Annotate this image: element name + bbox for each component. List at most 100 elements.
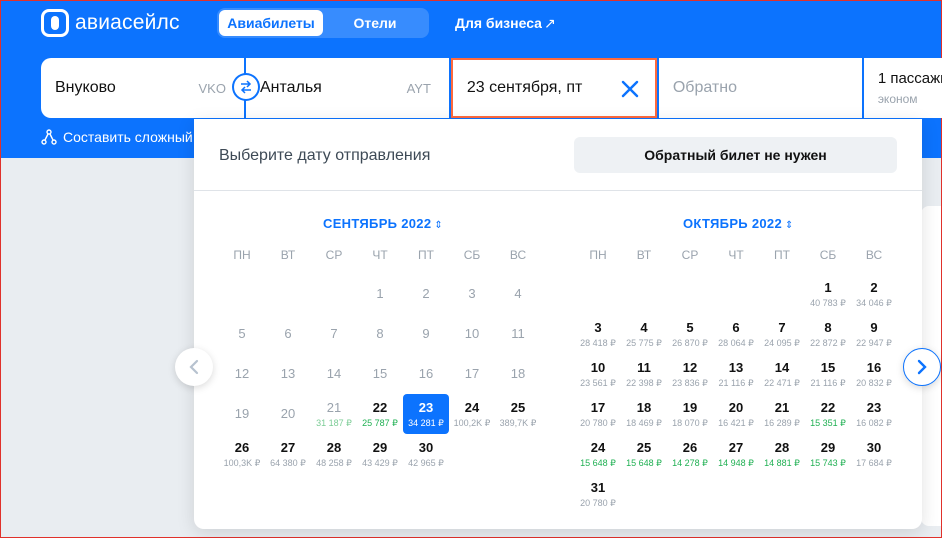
month-title[interactable]: СЕНТЯБРЬ 2022 ⇕: [323, 216, 443, 231]
calendar-day[interactable]: 11 22 398 ₽: [621, 354, 667, 394]
calendar-day[interactable]: 29 15 743 ₽: [805, 434, 851, 474]
travel-class: эконом: [877, 92, 918, 106]
day-number: 2: [422, 286, 430, 301]
calendar-day[interactable]: 14 22 471 ₽: [759, 354, 805, 394]
calendar-day[interactable]: 26 14 278 ₽: [667, 434, 713, 474]
calendar-day[interactable]: 24 15 648 ₽: [575, 434, 621, 474]
calendar-day[interactable]: 16 20 832 ₽: [851, 354, 897, 394]
day-price: 100,2K ₽: [453, 418, 491, 428]
day-number: 30: [866, 440, 882, 455]
day-number: 21: [326, 400, 342, 415]
calendar-day[interactable]: 3 28 418 ₽: [575, 314, 621, 354]
destination-city: Анталья: [259, 79, 322, 96]
day-number: 3: [468, 286, 476, 301]
calendar-day[interactable]: 18 18 469 ₽: [621, 394, 667, 434]
day-price: 20 780 ₽: [580, 418, 616, 428]
calendar-day[interactable]: 27 14 948 ₽: [713, 434, 759, 474]
day-price: 20 780 ₽: [580, 498, 616, 508]
calendar-day[interactable]: 6 28 064 ₽: [713, 314, 759, 354]
day-number: 13: [728, 360, 744, 375]
day-number: 6: [732, 320, 740, 335]
next-month-button[interactable]: [903, 348, 941, 386]
calendar-day[interactable]: 29 43 429 ₽: [357, 434, 403, 474]
logo[interactable]: авиасейлс: [41, 9, 180, 37]
calendar-day[interactable]: 25 15 648 ₽: [621, 434, 667, 474]
day-number: 27: [280, 440, 296, 455]
calendar-day[interactable]: 2 34 046 ₽: [851, 274, 897, 314]
calendar-day[interactable]: 13 21 116 ₽: [713, 354, 759, 394]
calendar-day: 3: [449, 274, 495, 314]
calendar-day[interactable]: 1 40 783 ₽: [805, 274, 851, 314]
return-date-field[interactable]: Обратно: [658, 58, 862, 118]
calendar-day[interactable]: 7 24 095 ₽: [759, 314, 805, 354]
business-link[interactable]: Для бизнеса ↗: [455, 15, 556, 32]
day-number: 4: [640, 320, 648, 335]
tab-flights[interactable]: Авиабилеты: [219, 10, 323, 36]
calendar-day[interactable]: 24 100,2K ₽: [449, 394, 495, 434]
weekday-label: ЧТ: [372, 248, 388, 262]
calendar-day[interactable]: 17 20 780 ₽: [575, 394, 621, 434]
day-number: 8: [824, 320, 832, 335]
calendar-day[interactable]: 4 25 775 ₽: [621, 314, 667, 354]
calendar-day[interactable]: 23 16 082 ₽: [851, 394, 897, 434]
calendar-day[interactable]: 12 23 836 ₽: [667, 354, 713, 394]
depart-date-field[interactable]: 23 сентября, пт: [450, 58, 657, 118]
day-number: 5: [686, 320, 694, 335]
day-number: 9: [870, 320, 878, 335]
calendar-day[interactable]: 21 31 187 ₽: [311, 394, 357, 434]
calendar-day[interactable]: 20 16 421 ₽: [713, 394, 759, 434]
day-price: 18 469 ₽: [626, 418, 662, 428]
calendar-day[interactable]: 30 17 684 ₽: [851, 434, 897, 474]
calendar-day: 20: [265, 394, 311, 434]
sort-icon: ⇕: [784, 220, 794, 231]
calendar-day-selected[interactable]: 23 34 281 ₽: [403, 394, 449, 434]
day-price: 22 947 ₽: [856, 338, 892, 348]
day-number: 24: [464, 400, 480, 415]
calendar-day[interactable]: 21 16 289 ₽: [759, 394, 805, 434]
day-price: 16 082 ₽: [856, 418, 892, 428]
chevron-right-icon: [917, 359, 927, 375]
day-price: 43 429 ₽: [362, 458, 398, 468]
passengers-field[interactable]: 1 пассажир эконом: [863, 58, 942, 118]
depart-date-value: 23 сентября, пт: [466, 79, 583, 96]
day-price: 18 070 ₽: [672, 418, 708, 428]
calendar-day[interactable]: 10 23 561 ₽: [575, 354, 621, 394]
calendar-day: 15: [357, 354, 403, 394]
weekday-label: СР: [681, 248, 699, 262]
no-return-button[interactable]: Обратный билет не нужен: [574, 137, 897, 173]
calendar-day[interactable]: 15 21 116 ₽: [805, 354, 851, 394]
calendar-day[interactable]: 8 22 872 ₽: [805, 314, 851, 354]
tab-hotels[interactable]: Отели: [323, 10, 427, 36]
day-price: 23 561 ₽: [580, 378, 616, 388]
day-number: 22: [372, 400, 388, 415]
calendar-day[interactable]: 19 18 070 ₽: [667, 394, 713, 434]
previous-month-button[interactable]: [175, 348, 213, 386]
close-icon[interactable]: [619, 78, 641, 100]
day-number: 10: [464, 326, 480, 341]
calendar-day[interactable]: 28 14 881 ₽: [759, 434, 805, 474]
calendar-day[interactable]: 27 64 380 ₽: [265, 434, 311, 474]
day-price: 16 289 ₽: [764, 418, 800, 428]
calendar-day[interactable]: 30 42 965 ₽: [403, 434, 449, 474]
calendar-day: 14: [311, 354, 357, 394]
calendar-day[interactable]: 31 20 780 ₽: [575, 474, 621, 514]
origin-city: Внуково: [55, 79, 116, 96]
day-price: 389,7K ₽: [499, 418, 537, 428]
weekday-label: СБ: [463, 248, 481, 262]
day-number: 29: [820, 440, 836, 455]
weekday-label: ПН: [589, 248, 607, 262]
calendar-day[interactable]: 22 15 351 ₽: [805, 394, 851, 434]
calendar-day[interactable]: 5 26 870 ₽: [667, 314, 713, 354]
weekday-label: ВС: [509, 248, 527, 262]
calendar-day[interactable]: 28 48 258 ₽: [311, 434, 357, 474]
calendar-day[interactable]: 9 22 947 ₽: [851, 314, 897, 354]
day-number: 28: [326, 440, 342, 455]
calendar-day[interactable]: 26 100,3K ₽: [219, 434, 265, 474]
day-price: 22 471 ₽: [764, 378, 800, 388]
swap-button[interactable]: [234, 75, 258, 99]
calendar-day[interactable]: 25 389,7K ₽: [495, 394, 541, 434]
calendar-day[interactable]: 22 25 787 ₽: [357, 394, 403, 434]
destination-field[interactable]: Анталья AYT: [245, 58, 449, 118]
origin-field[interactable]: Внуково VKO: [41, 58, 258, 118]
month-title[interactable]: ОКТЯБРЬ 2022 ⇕: [683, 216, 794, 231]
